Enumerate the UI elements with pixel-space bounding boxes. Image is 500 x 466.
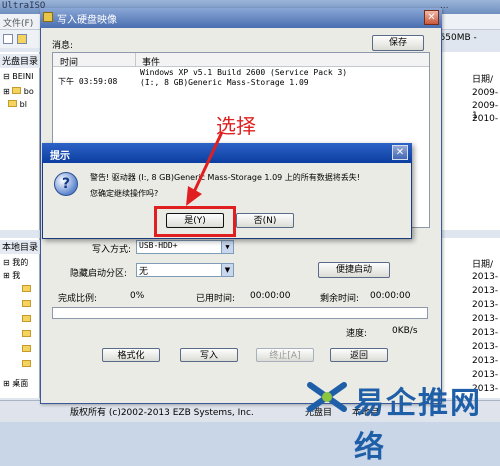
- tree-item-label: 我的: [12, 258, 29, 267]
- write-mode-label: 写入方式:: [92, 245, 132, 255]
- date-cell: 2010-: [472, 114, 499, 124]
- write-mode-select[interactable]: USB-HDD+ ▼: [136, 240, 234, 254]
- write-mode-value: USB-HDD+: [139, 241, 178, 250]
- complete-ratio-value: 0%: [130, 291, 145, 301]
- date-cell: 2013-: [472, 272, 499, 282]
- background-toolbar: [0, 30, 40, 48]
- yes-button-highlight-box: [154, 206, 236, 237]
- watermark-logo-icon: [307, 382, 347, 412]
- watermark-text: 易企推网络: [354, 386, 482, 465]
- date-cell: 2013-: [472, 286, 499, 296]
- tree-item-label: bl: [19, 100, 27, 109]
- column-header-time[interactable]: 时间: [60, 55, 78, 68]
- background-app-title: UltraISO: [2, 1, 46, 11]
- remaining-time-label: 剩余时间:: [320, 294, 360, 304]
- format-button[interactable]: 格式化: [102, 348, 160, 362]
- dialog-close-button[interactable]: ✕: [424, 10, 439, 25]
- open-folder-icon[interactable]: [17, 34, 27, 44]
- save-button[interactable]: 保存: [372, 35, 424, 51]
- date-cell: 2013-: [472, 300, 499, 310]
- terminate-button[interactable]: 终止[A]: [256, 348, 314, 362]
- folder-icon: [22, 330, 31, 337]
- tree-item-beini[interactable]: ⊟ BEINI: [3, 72, 34, 81]
- tree-item-bo[interactable]: ⊞ bo: [3, 87, 34, 96]
- write-button[interactable]: 写入: [180, 348, 238, 362]
- tree-item-label: bo: [23, 87, 34, 96]
- folder-icon: [22, 315, 31, 322]
- folder-icon: [22, 300, 31, 307]
- column-header-event[interactable]: 事件: [142, 55, 160, 68]
- folder-icon: [22, 285, 31, 292]
- tree-item-label: BEINI: [12, 72, 34, 81]
- tree-item-my-documents[interactable]: ⊞ 我: [3, 270, 20, 281]
- hide-boot-partition-label: 隐藏启动分区:: [70, 269, 128, 279]
- folder-icon: [22, 360, 31, 367]
- local-directory-header: 本地目录: [0, 240, 40, 254]
- tree-item-my-computer[interactable]: ⊟ 我的: [3, 257, 28, 268]
- convenient-boot-button[interactable]: 便捷启动: [318, 262, 390, 278]
- table-header: [53, 53, 429, 67]
- menu-file[interactable]: 文件(F): [3, 16, 33, 29]
- remaining-time-value: 00:00:00: [370, 291, 411, 301]
- chevron-down-icon[interactable]: ▼: [221, 264, 233, 276]
- new-file-icon[interactable]: [3, 34, 13, 44]
- elapsed-time-value: 00:00:00: [250, 291, 291, 301]
- disc-directory-header: 光盘目录: [0, 54, 40, 68]
- date-column-header[interactable]: 日期/: [472, 72, 493, 85]
- speed-value: 0KB/s: [392, 326, 418, 336]
- column-divider: [135, 53, 136, 67]
- copyright-text: 版权所有 (c)2002-2013 EZB Systems, Inc.: [70, 408, 254, 418]
- chevron-down-icon[interactable]: ▼: [221, 241, 233, 253]
- folder-icon: [12, 87, 22, 94]
- folder-icon: [8, 100, 18, 107]
- message-label: 消息:: [52, 41, 74, 51]
- complete-ratio-label: 完成比例:: [58, 294, 98, 304]
- prompt-title: 提示: [50, 151, 70, 162]
- app-icon: [43, 12, 53, 22]
- log-row-time: 下午 03:59:08: [58, 77, 118, 86]
- tree-item-label: 我: [12, 271, 21, 280]
- dialog-title: 写入硬盘映像: [57, 15, 117, 26]
- folder-icon: [22, 345, 31, 352]
- tree-item-desktop[interactable]: ⊞ 桌面: [3, 378, 28, 389]
- prompt-question-text: 您确定继续操作吗?: [90, 189, 159, 198]
- write-progress-bar: [52, 307, 428, 319]
- tree-item-bl[interactable]: bl: [3, 100, 27, 109]
- log-row-event: Windows XP v5.1 Build 2600 (Service Pack…: [140, 68, 348, 77]
- tree-item-label: 桌面: [12, 379, 29, 388]
- date-cell: 2013-: [472, 314, 499, 324]
- annotation-arrow-icon: [186, 131, 224, 206]
- date-column-header[interactable]: 日期/: [472, 257, 493, 270]
- log-row-event: (I:, 8 GB)Generic Mass-Storage 1.09: [140, 78, 309, 87]
- date-cell: 2009-: [472, 88, 499, 98]
- date-cell: 2013-: [472, 356, 499, 366]
- no-button[interactable]: 否(N): [236, 213, 294, 228]
- hide-boot-partition-value: 无: [139, 267, 149, 277]
- prompt-close-button[interactable]: ✕: [392, 145, 408, 160]
- return-button[interactable]: 返回: [330, 348, 388, 362]
- speed-label: 速度:: [346, 329, 368, 339]
- elapsed-time-label: 已用时间:: [196, 294, 236, 304]
- question-icon: ?: [54, 172, 78, 196]
- date-cell: 2013-: [472, 342, 499, 352]
- date-cell: 2013-: [472, 328, 499, 338]
- hide-boot-partition-select[interactable]: 无 ▼: [136, 263, 234, 277]
